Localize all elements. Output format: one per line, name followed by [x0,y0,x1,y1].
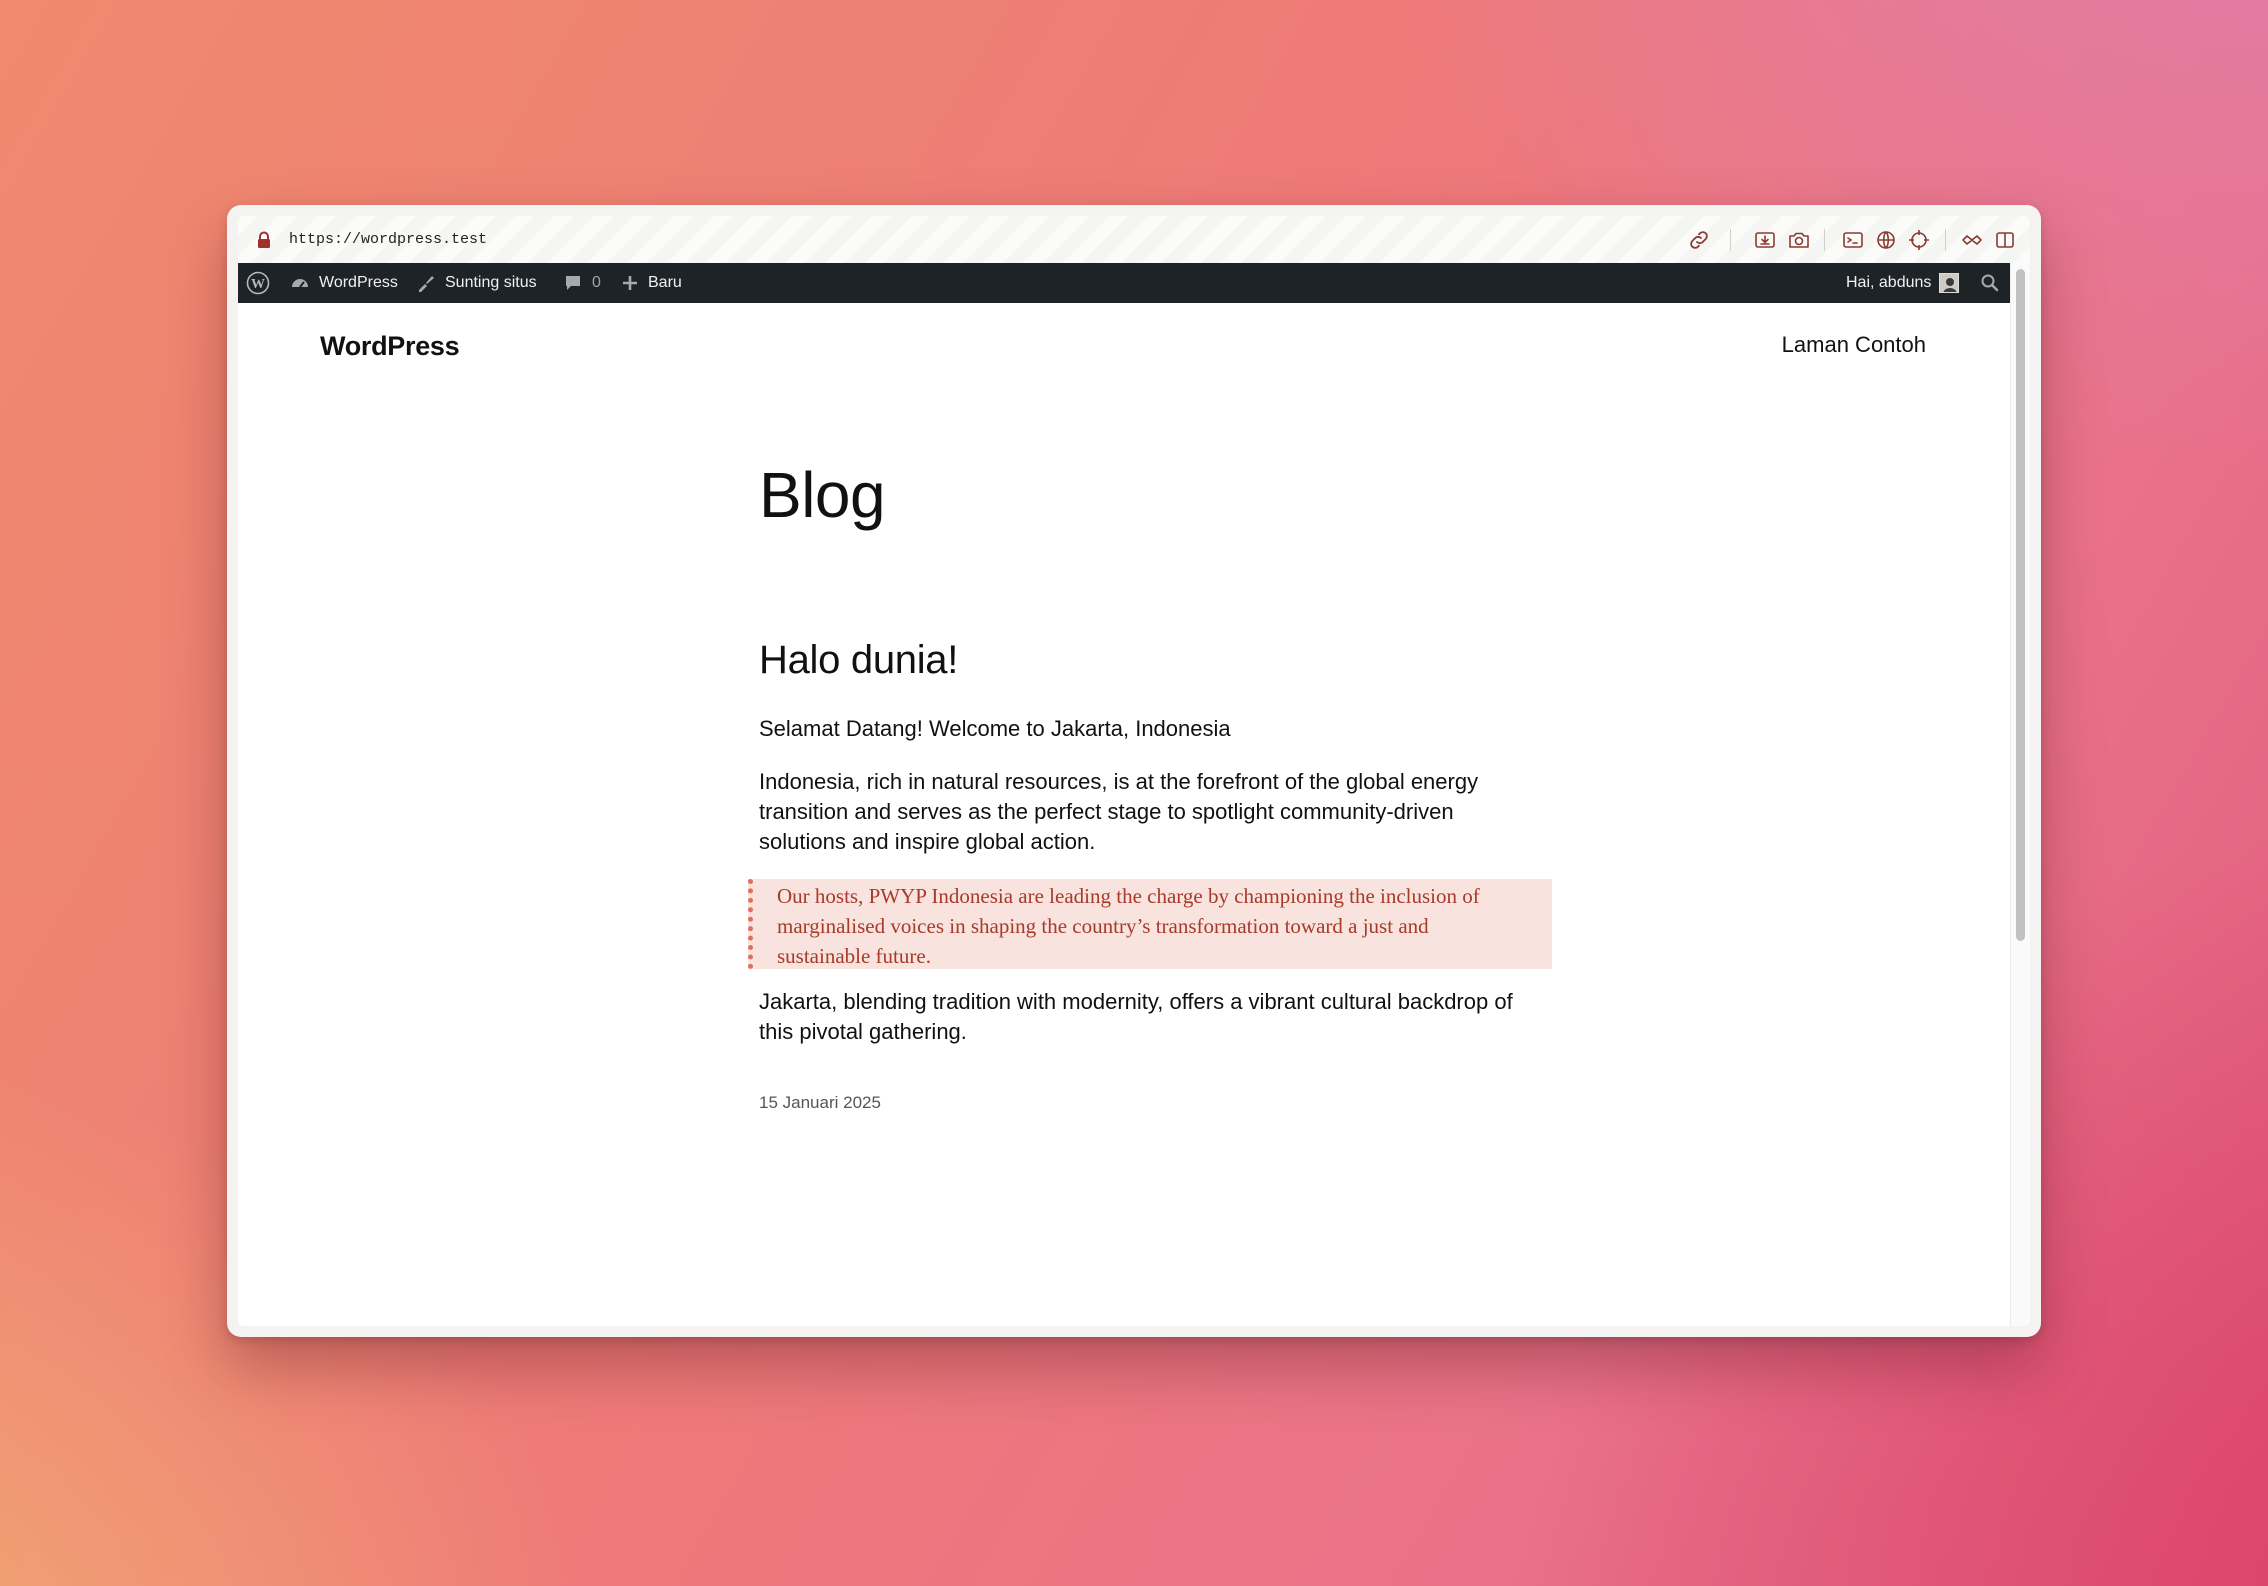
post-paragraph: Indonesia, rich in natural resources, is… [759,769,1479,854]
admin-bar-edit-site[interactable]: Sunting situs [416,263,537,303]
admin-bar-account[interactable]: Hai, abduns [1846,263,1960,303]
globe-icon[interactable] [1874,228,1898,252]
post-blockquote: Our hosts, PWYP Indonesia are leading th… [748,879,1552,969]
new-label: Baru [648,274,682,291]
page-scrollbar[interactable] [2010,263,2030,1326]
extensions-icon[interactable] [1960,228,1984,252]
avatar [1939,273,1960,293]
toolbar-divider [1945,229,1946,251]
camera-icon[interactable] [1787,228,1811,252]
toolbar-divider [1730,229,1731,251]
admin-bar-search[interactable] [1980,263,2000,303]
link-icon[interactable] [1687,228,1711,252]
crosshair-icon[interactable] [1907,228,1931,252]
comments-count: 0 [592,274,601,291]
split-view-icon[interactable] [1993,228,2017,252]
wp-logo-menu[interactable]: W [246,263,270,303]
wp-admin-bar: W WordPress Sunting situs 0 Baru Hai, ab… [238,263,2010,303]
plus-icon [623,276,637,290]
dashboard-icon [292,279,308,288]
greeting-label: Hai, abduns [1846,274,1932,291]
scrollbar-thumb[interactable] [2016,269,2025,941]
page-content: WordPress Laman Contoh Blog Halo dunia! … [238,303,2010,1326]
browser-viewport: https://wordpress.test W WordPress Sunti… [238,216,2030,1326]
blockquote-text: Our hosts, PWYP Indonesia are leading th… [777,884,1480,968]
search-icon [1981,274,1999,292]
site-title[interactable]: WordPress [320,331,460,362]
browser-toolbar: https://wordpress.test [238,216,2030,263]
page-title: Blog [759,459,886,531]
post-date: 15 Januari 2025 [759,1093,881,1112]
comment-icon [566,276,580,290]
site-name-label: WordPress [319,274,398,291]
post-paragraph: Selamat Datang! Welcome to Jakarta, Indo… [759,716,1231,741]
post-paragraph: Jakarta, blending tradition with moderni… [759,989,1513,1044]
browser-window: https://wordpress.test W WordPress Sunti… [227,205,2041,1337]
edit-site-label: Sunting situs [445,274,537,291]
lock-icon [258,231,270,248]
svg-text:W: W [251,277,265,292]
download-icon[interactable] [1753,228,1777,252]
nav-link-laman-contoh[interactable]: Laman Contoh [1782,332,1926,358]
admin-bar-new[interactable]: Baru [621,263,682,303]
wordpress-logo-icon: W [246,271,270,295]
toolbar-divider [1824,229,1825,251]
admin-bar-comments[interactable]: 0 [563,263,601,303]
terminal-icon[interactable] [1841,228,1865,252]
admin-bar-site-name[interactable]: WordPress [290,263,398,303]
address-bar[interactable]: https://wordpress.test [289,229,487,251]
post-title[interactable]: Halo dunia! [759,638,958,683]
brush-icon [419,276,434,292]
